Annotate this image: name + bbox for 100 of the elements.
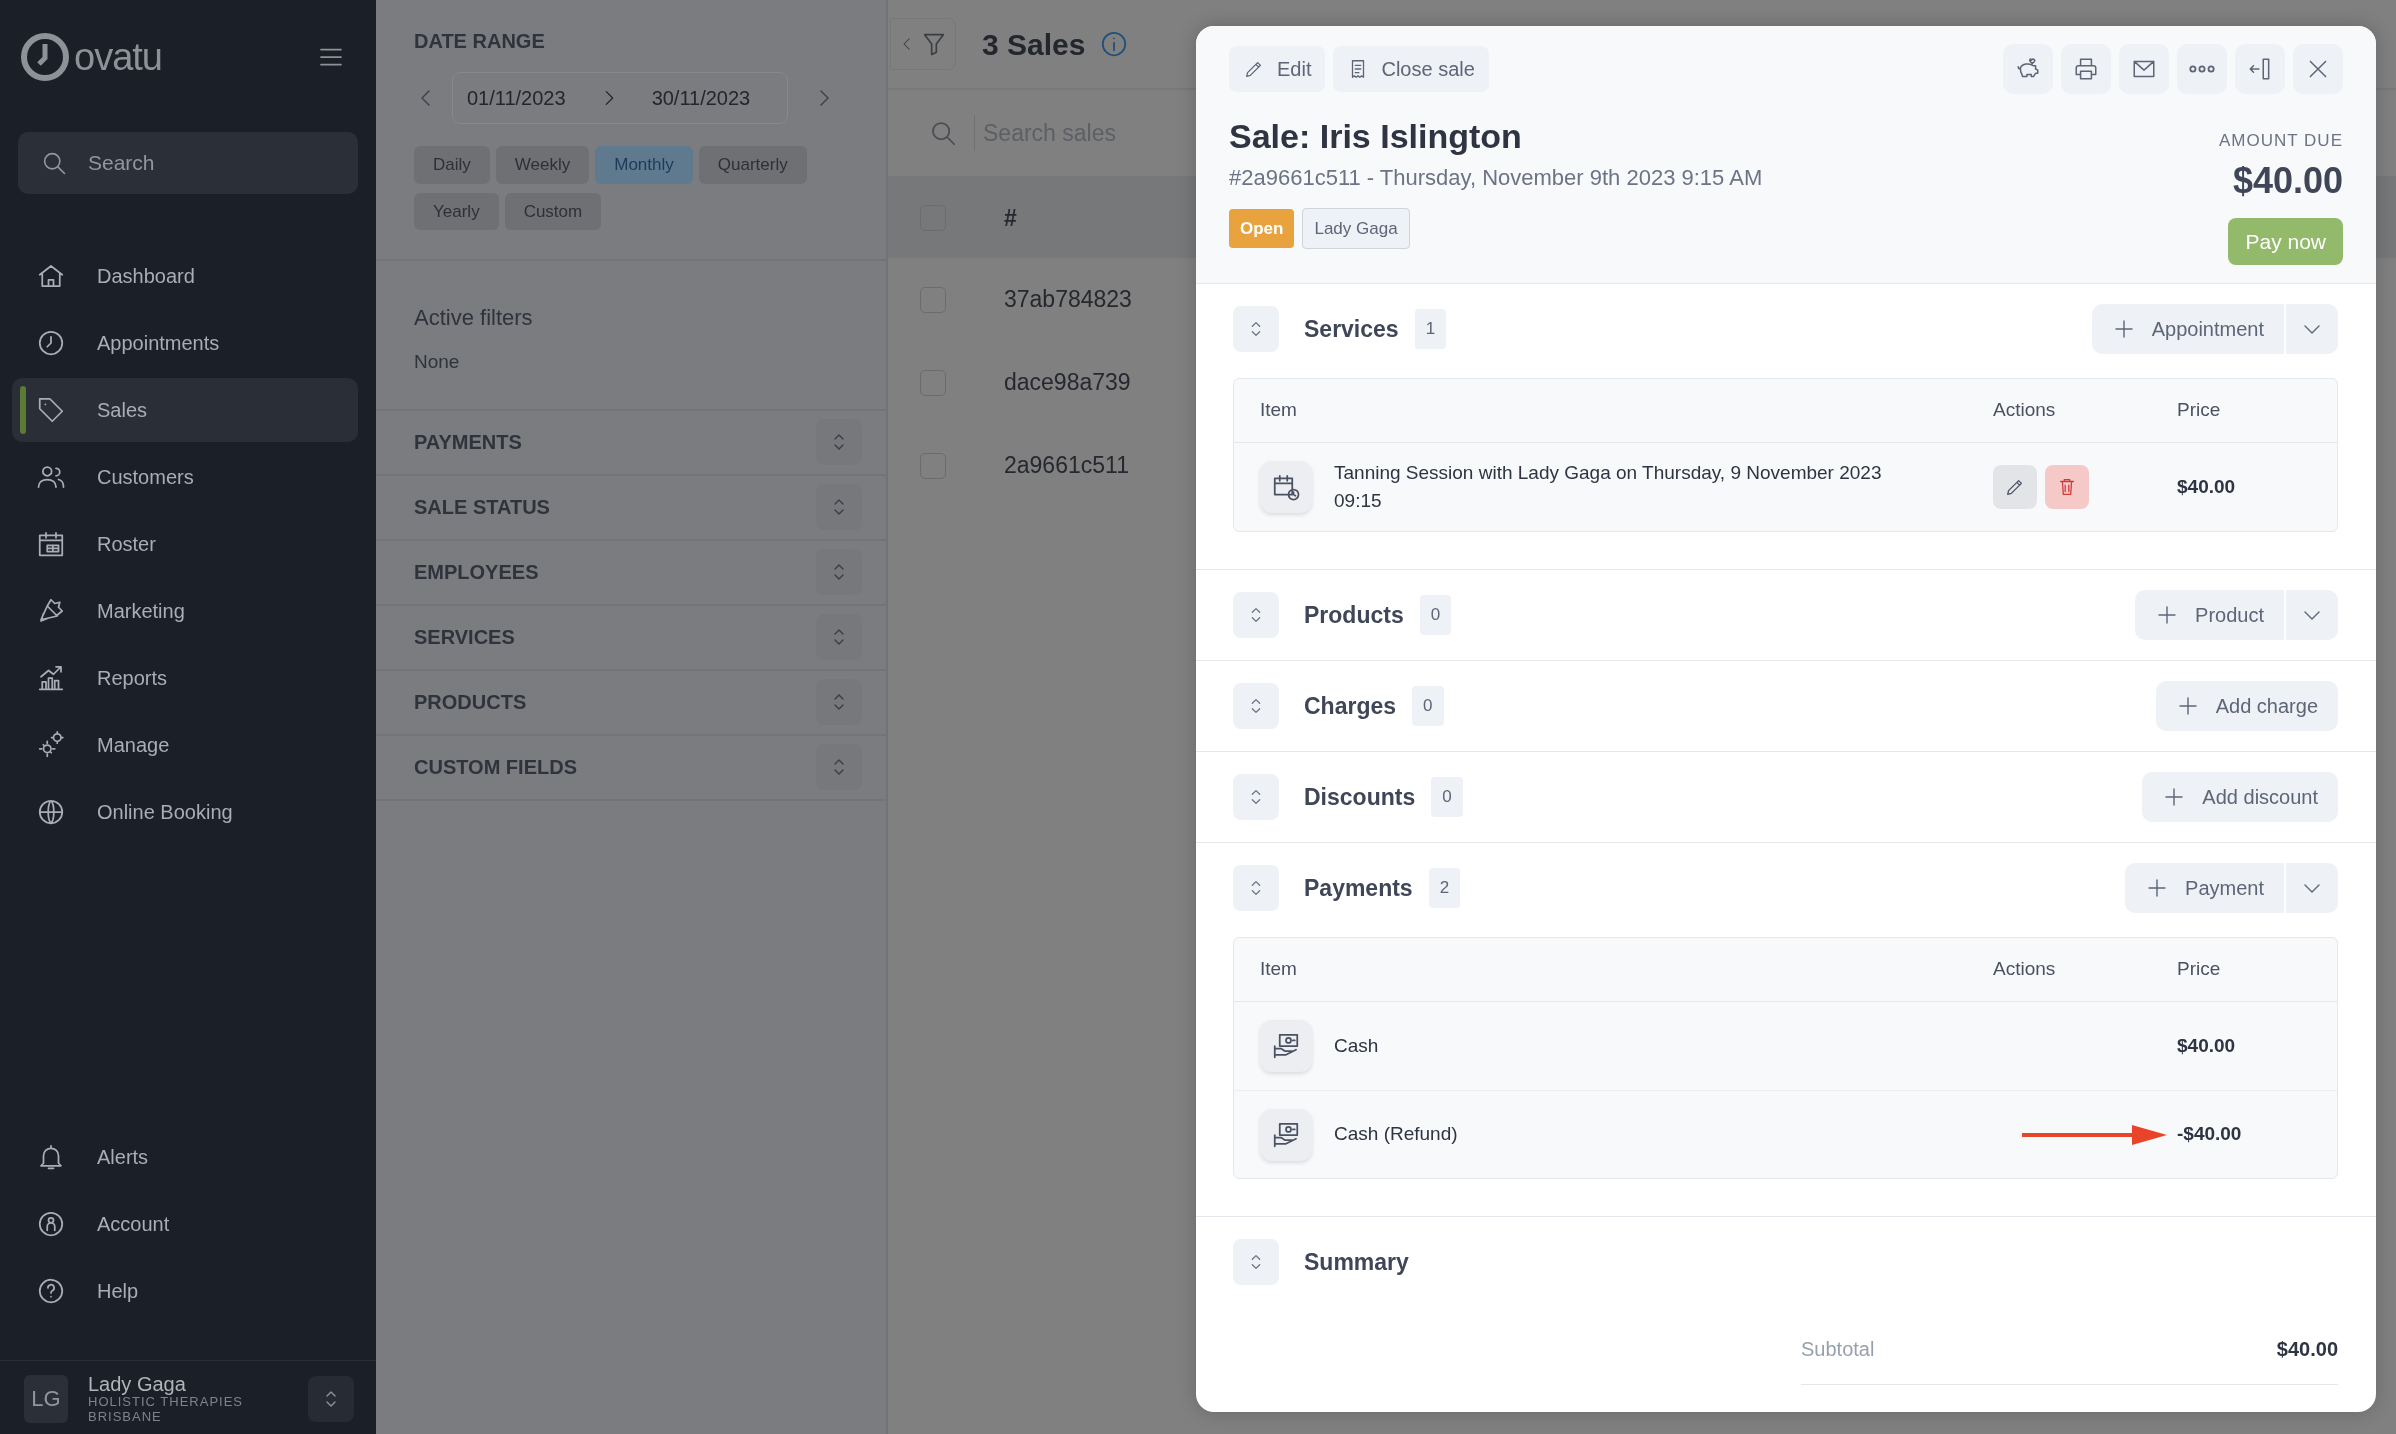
delete-button[interactable] [2045,465,2089,509]
summary-label: Subtotal [1801,1336,1875,1362]
count-badge: 0 [1431,777,1463,817]
filter-toggle-button[interactable] [890,18,956,70]
count-badge: 2 [1428,868,1461,908]
nav-item[interactable]: Customers [12,445,358,509]
avatar: LG [24,1374,68,1423]
price: $40.00 [2177,474,2237,499]
nav-item[interactable]: Reports [12,646,358,710]
filter-group-title: CUSTOM FIELDS [414,755,577,780]
expand-button[interactable] [816,484,862,530]
search-field[interactable]: Search [18,132,358,194]
expand-button[interactable] [816,549,862,595]
cash-payment-icon [1260,1108,1312,1161]
column-header: Item [1260,398,1298,423]
column-header: Price [2177,398,2222,423]
expand-button[interactable] [816,614,862,660]
count-badge: 0 [1419,595,1452,635]
amount-due-label: AMOUNT DUE [2219,130,2343,152]
sale-id: dace98a739 [1004,368,1131,398]
count-badge: 1 [1414,309,1447,349]
envelope-button[interactable] [2119,44,2169,94]
section-title: Products [1304,600,1404,630]
calendar-icon [36,529,66,559]
nav-item[interactable]: Appointments [12,311,358,375]
nav-item[interactable]: Online Booking [12,780,358,844]
column-header: # [1004,203,1017,233]
nav-item[interactable]: Help [12,1259,358,1324]
employee-tag: Lady Gaga [1302,207,1410,250]
nav-item[interactable]: Roster [12,512,358,576]
period-button[interactable]: Daily [414,146,490,184]
collapse-panel-button[interactable] [2235,44,2285,94]
close-button[interactable] [2293,44,2343,94]
column-header: Actions [1993,398,2057,423]
expand-button[interactable] [1233,306,1279,352]
more-icon [2189,65,2215,73]
sale-id: 2a9661c511 [1004,451,1129,481]
add-button[interactable]: Add discount [2142,772,2338,822]
dropdown-button[interactable] [2286,304,2338,354]
toolbar-button[interactable]: Edit [1229,46,1326,92]
expand-button[interactable] [1233,774,1279,820]
list-title: 3 Sales [982,26,1086,63]
add-button[interactable]: Appointment [2091,304,2284,354]
expand-button[interactable] [1233,1239,1279,1285]
nav-item[interactable]: Marketing [12,579,358,643]
period-button[interactable]: Custom [504,192,602,230]
expand-button[interactable] [1233,592,1279,638]
cash-payment-icon [1260,1020,1312,1072]
section-title: Payments [1304,873,1413,903]
nav-item[interactable]: Sales [12,378,358,442]
amount-due-value: $40.00 [2232,158,2343,203]
logo[interactable]: ovatu [20,28,162,86]
period-button[interactable]: Quarterly [698,146,807,184]
business-name: HOLISTIC THERAPIES BRISBANE [88,1395,244,1424]
edit-button[interactable] [1993,465,2037,509]
sale-subtitle: #2a9661c511 - Thursday, November 9th 2023 9:15 AM [1229,163,1763,192]
expand-button[interactable] [816,744,862,790]
section-title: Discounts [1304,782,1416,812]
dropdown-button[interactable] [2286,590,2338,640]
price: -$40.00 [2177,1122,2243,1147]
globe-icon [36,797,66,827]
add-button[interactable]: Add charge [2155,681,2338,731]
add-button[interactable]: Product [2135,590,2284,640]
section-heading: Active filters [414,304,534,332]
nav-item[interactable]: Manage [12,713,358,777]
printer-button[interactable] [2061,44,2111,94]
column-header: Item [1260,957,1298,982]
more-button[interactable] [2177,44,2227,94]
date-range-field[interactable]: 01/11/2023 30/11/2023 [452,72,788,124]
expand-button[interactable] [816,679,862,725]
section-title: Charges [1304,691,1397,721]
expand-button[interactable] [1233,683,1279,729]
count-badge: 0 [1412,686,1444,726]
sale-id: 37ab784823 [1004,285,1132,315]
item-description: Tanning Session with Lady Gaga on Thursday, 9 November 2023 09:15 [1334,460,1883,513]
price: $40.00 [2177,1033,2237,1058]
account-switch-button[interactable] [308,1375,354,1422]
expand-button[interactable] [1233,865,1279,911]
gears-icon [36,730,66,760]
add-button[interactable]: Payment [2125,863,2284,913]
toolbar-button[interactable]: Close sale [1333,46,1489,92]
dropdown-button[interactable] [2286,863,2338,913]
piggy-bank-button[interactable] [2003,44,2053,94]
logo-text: ovatu [74,34,162,80]
period-button[interactable]: Yearly [414,192,499,230]
search-input[interactable]: Search [86,146,306,180]
period-button[interactable]: Weekly [495,146,590,184]
filter-group-title: EMPLOYEES [414,560,539,585]
column-header: Actions [1993,957,2057,982]
logo-clock-icon [20,32,70,82]
status-badge: Open [1229,208,1295,249]
expand-button[interactable] [816,419,862,465]
tag-icon [36,395,66,425]
clock-icon [36,328,66,358]
filter-group-title: PRODUCTS [414,690,527,715]
section-title: Summary [1304,1247,1409,1277]
nav-item[interactable]: Account [12,1192,358,1257]
user-name: Lady Gaga [88,1373,187,1396]
nav-item[interactable]: Alerts [12,1125,358,1190]
nav-item[interactable]: Dashboard [12,244,358,308]
